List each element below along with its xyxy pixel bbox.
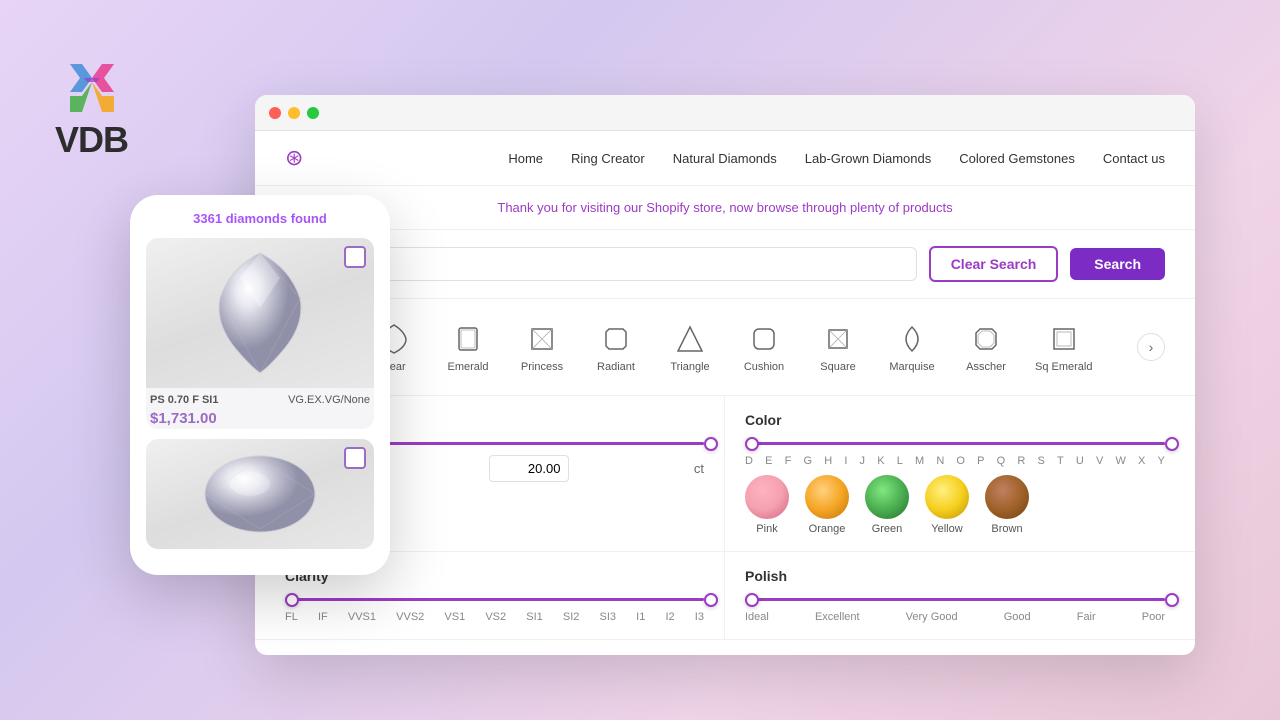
nav-home[interactable]: Home	[508, 151, 543, 166]
square-icon	[820, 321, 856, 357]
shape-emerald[interactable]: Emerald	[433, 313, 503, 381]
gem-yellow-circle	[925, 475, 969, 519]
shape-triangle[interactable]: Triangle	[655, 313, 725, 381]
gem-green[interactable]: Green	[865, 475, 909, 535]
asscher-label: Asscher	[966, 361, 1006, 373]
gem-green-circle	[865, 475, 909, 519]
gem-brown-label: Brown	[991, 523, 1022, 535]
gem-pink-circle	[745, 475, 789, 519]
card-2-checkbox[interactable]	[344, 447, 366, 469]
weight-color-section: Weight ct Co	[255, 396, 1195, 552]
shape-marquise[interactable]: Marquise	[877, 313, 947, 381]
nav-links: Home Ring Creator Natural Diamonds Lab-G…	[508, 151, 1165, 166]
nav-contact[interactable]: Contact us	[1103, 151, 1165, 166]
polish-slider[interactable]	[745, 598, 1165, 601]
clear-search-button[interactable]: Clear Search	[929, 246, 1059, 282]
site-nav: ⊛ Home Ring Creator Natural Diamonds Lab…	[255, 131, 1195, 186]
shape-sq-emerald[interactable]: Sq Emerald	[1025, 313, 1102, 381]
shape-square[interactable]: Square	[803, 313, 873, 381]
traffic-light-yellow[interactable]	[288, 107, 300, 119]
sq-emerald-label: Sq Emerald	[1035, 361, 1092, 373]
marquise-icon	[894, 321, 930, 357]
gem-yellow[interactable]: Yellow	[925, 475, 969, 535]
gem-pink-label: Pink	[756, 523, 777, 535]
browser-window: ⊛ Home Ring Creator Natural Diamonds Lab…	[255, 95, 1195, 655]
search-button[interactable]: Search	[1070, 248, 1165, 280]
site-logo: ⊛	[285, 145, 303, 171]
triangle-icon	[672, 321, 708, 357]
polish-filter: Polish IdealExcellentVery GoodGoodFairPo…	[725, 552, 1195, 640]
gem-orange-label: Orange	[809, 523, 846, 535]
radiant-icon	[598, 321, 634, 357]
card-1-grade: VG.EX.VG/None	[288, 394, 370, 406]
search-area: Clear Search Search	[255, 230, 1195, 299]
shape-radiant[interactable]: Radiant	[581, 313, 651, 381]
shape-princess[interactable]: Princess	[507, 313, 577, 381]
cushion-icon	[746, 321, 782, 357]
phone-diamonds-count: 3361 diamonds found	[146, 211, 374, 226]
shape-cushion[interactable]: Cushion	[729, 313, 799, 381]
diamond-card-1[interactable]: PS 0.70 F SI1 VG.EX.VG/None $1,731.00	[146, 238, 374, 429]
nav-colored-gemstones[interactable]: Colored Gemstones	[959, 151, 1075, 166]
gem-orange-circle	[805, 475, 849, 519]
gem-orange[interactable]: Orange	[805, 475, 849, 535]
color-labels: DEFGHIJKLMNOPQRSTUVWXY	[745, 455, 1165, 467]
cushion-label: Cushion	[744, 361, 784, 373]
clarity-slider[interactable]	[285, 598, 704, 601]
gem-brown-circle	[985, 475, 1029, 519]
shape-section: Oval Pear Emerald	[255, 299, 1195, 396]
clarity-labels: FLIFVVS1VVS2VS1VS2SI1SI2SI3I1I2I3	[285, 611, 704, 623]
triangle-label: Triangle	[670, 361, 709, 373]
shape-row: Oval Pear Emerald	[285, 313, 1165, 381]
princess-label: Princess	[521, 361, 563, 373]
gem-yellow-label: Yellow	[931, 523, 962, 535]
nav-ring-creator[interactable]: Ring Creator	[571, 151, 645, 166]
card-1-price: $1,731.00	[146, 408, 374, 429]
weight-max-input[interactable]	[489, 455, 569, 482]
banner: Thank you for visiting our Shopify store…	[255, 186, 1195, 230]
sq-emerald-icon	[1046, 321, 1082, 357]
shape-next-button[interactable]: ›	[1137, 333, 1165, 361]
gem-green-label: Green	[872, 523, 903, 535]
pear-diamond-svg	[210, 248, 310, 378]
color-slider[interactable]	[745, 442, 1165, 445]
traffic-light-red[interactable]	[269, 107, 281, 119]
colored-gems: Pink Orange Green Yellow	[745, 475, 1165, 535]
weight-unit: ct	[694, 461, 704, 476]
nav-lab-grown[interactable]: Lab-Grown Diamonds	[805, 151, 931, 166]
traffic-light-green[interactable]	[307, 107, 319, 119]
asscher-icon	[968, 321, 1004, 357]
princess-icon	[524, 321, 560, 357]
color-filter: Color DEFGHIJKLMNOPQRSTUVWXY Pink	[725, 396, 1195, 552]
shape-items: Oval Pear Emerald	[285, 313, 1137, 381]
marquise-label: Marquise	[889, 361, 934, 373]
polish-labels: IdealExcellentVery GoodGoodFairPoor	[745, 611, 1165, 623]
polish-title: Polish	[745, 568, 1165, 584]
card-1-checkbox[interactable]	[344, 246, 366, 268]
gem-pink[interactable]: Pink	[745, 475, 789, 535]
card-1-spec: PS 0.70 F SI1	[150, 394, 218, 406]
vdb-logo-text: VDB	[55, 119, 128, 161]
color-title: Color	[745, 412, 1165, 428]
emerald-icon	[450, 321, 486, 357]
oval-diamond-svg	[200, 449, 320, 539]
vdb-logo: VDB	[55, 60, 128, 161]
diamond-card-2[interactable]	[146, 439, 374, 549]
clarity-polish-section: Clarity FLIFVVS1VVS2VS1VS2SI1SI2SI3I1I2I…	[255, 552, 1195, 640]
nav-natural-diamonds[interactable]: Natural Diamonds	[673, 151, 777, 166]
vdb-logo-icon	[62, 60, 122, 115]
diamond-image-1	[146, 238, 374, 388]
phone-mockup: 3361 diamonds found PS 0.70	[130, 195, 390, 575]
browser-titlebar	[255, 95, 1195, 131]
square-label: Square	[820, 361, 855, 373]
shape-asscher[interactable]: Asscher	[951, 313, 1021, 381]
radiant-label: Radiant	[597, 361, 635, 373]
emerald-label: Emerald	[448, 361, 489, 373]
diamond-image-2	[146, 439, 374, 549]
gem-brown[interactable]: Brown	[985, 475, 1029, 535]
browser-content: ⊛ Home Ring Creator Natural Diamonds Lab…	[255, 131, 1195, 655]
card-1-info: PS 0.70 F SI1 VG.EX.VG/None	[146, 388, 374, 408]
